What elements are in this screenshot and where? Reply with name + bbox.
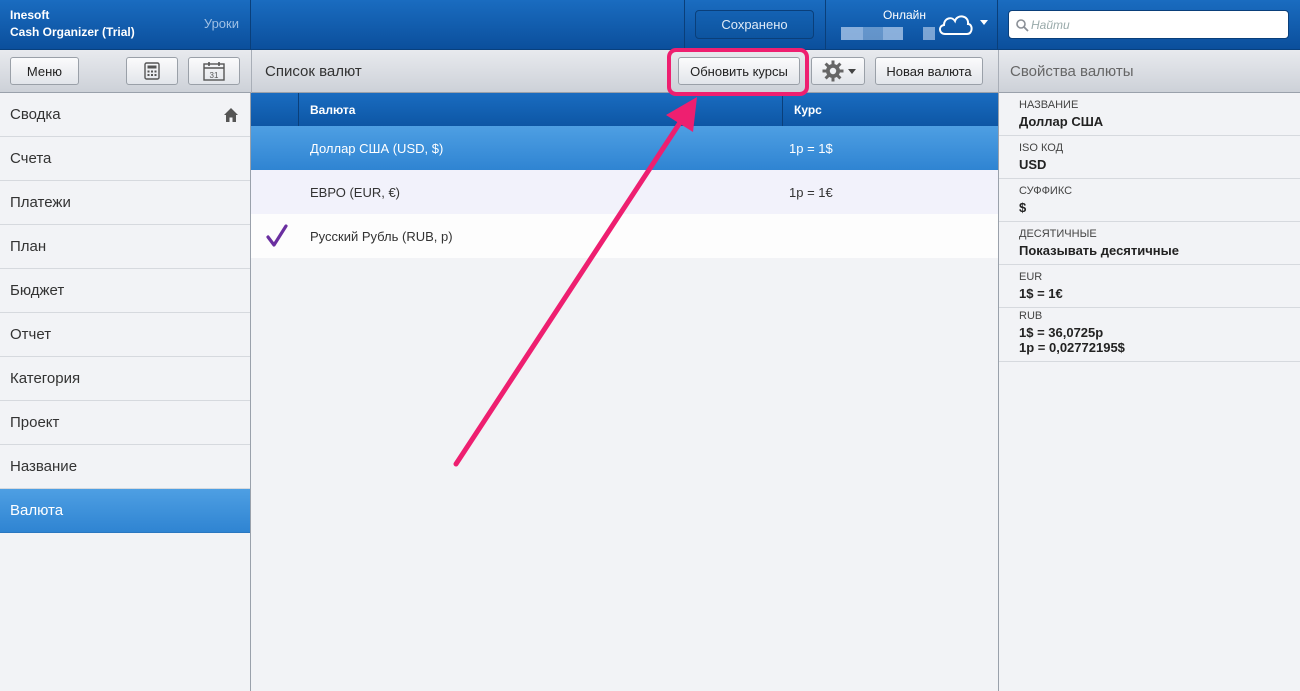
divider (251, 50, 252, 93)
currency-list: Валюта Курс Доллар США (USD, $) 1р = 1$ … (251, 93, 998, 691)
column-header-currency[interactable]: Валюта (310, 93, 355, 126)
online-status-label: Онлайн (883, 8, 926, 22)
divider (298, 93, 299, 126)
divider (997, 0, 998, 50)
sidebar-item-summary[interactable]: Сводка (0, 93, 250, 137)
search-field[interactable] (1008, 10, 1289, 39)
lessons-link[interactable]: Уроки (204, 16, 239, 31)
property-value: 1$ = 1€ (1019, 286, 1063, 301)
currency-properties-panel: НАЗВАНИЕ Доллар США ISO КОД USD СУФФИКС … (998, 93, 1300, 691)
sidebar-item-label: Сводка (10, 106, 61, 123)
brand-area: Inesoft Cash Organizer (Trial) Уроки (0, 0, 251, 50)
property-value: Доллар США (1019, 114, 1104, 129)
divider (684, 0, 685, 50)
table-row[interactable]: ЕВРО (EUR, €) 1р = 1€ (251, 170, 998, 214)
divider (998, 50, 999, 93)
chevron-down-icon[interactable] (980, 20, 988, 25)
sidebar-item-budget[interactable]: Бюджет (0, 269, 250, 313)
sidebar-item-label: Валюта (10, 502, 64, 519)
currency-name: ЕВРО (EUR, €) (310, 184, 401, 200)
company-name: Inesoft (10, 8, 50, 22)
property-suffix[interactable]: СУФФИКС $ (999, 179, 1300, 222)
currency-rate: 1р = 1€ (789, 184, 833, 200)
column-header-rate[interactable]: Курс (794, 93, 822, 126)
sidebar-item-label: Проект (10, 414, 60, 431)
sidebar-item-currency[interactable]: Валюта (0, 489, 250, 533)
currency-rate: 1р = 1$ (789, 140, 833, 156)
property-name[interactable]: НАЗВАНИЕ Доллар США (999, 93, 1300, 136)
home-icon (224, 108, 238, 122)
property-value: USD (1019, 157, 1047, 172)
property-label: СУФФИКС (1019, 185, 1073, 197)
currency-name: Доллар США (USD, $) (310, 140, 444, 156)
currency-name: Русский Рубль (RUB, р) (310, 228, 453, 244)
table-header: Валюта Курс (251, 93, 998, 126)
chevron-down-icon (848, 68, 856, 74)
property-label: ISO КОД (1019, 142, 1064, 154)
property-value: 1р = 0,02772195$ (1019, 340, 1125, 355)
sidebar: Сводка Счета Платежи План Бюджет Отчет К… (0, 93, 251, 691)
calendar-day: 31 (210, 71, 219, 80)
sidebar-item-label: План (10, 238, 47, 255)
sidebar-item-payments[interactable]: Платежи (0, 181, 250, 225)
property-label: RUB (1019, 310, 1043, 322)
sidebar-item-label: Бюджет (10, 282, 65, 299)
property-iso-code[interactable]: ISO КОД USD (999, 136, 1300, 179)
sidebar-item-label: Платежи (10, 194, 71, 211)
property-eur-rate[interactable]: EUR 1$ = 1€ (999, 265, 1300, 308)
property-decimals[interactable]: ДЕСЯТИЧНЫЕ Показывать десятичные (999, 222, 1300, 265)
settings-button[interactable] (811, 57, 865, 85)
sidebar-item-project[interactable]: Проект (0, 401, 250, 445)
calculator-icon (144, 62, 160, 80)
divider (782, 93, 783, 126)
sidebar-item-payee[interactable]: Название (0, 445, 250, 489)
calendar-icon: 31 (203, 62, 225, 81)
annotation-highlight (667, 48, 809, 96)
cloud-icon[interactable] (936, 11, 974, 37)
property-value: Показывать десятичные (1019, 243, 1179, 258)
property-value: 1$ = 36,0725р (1019, 325, 1104, 340)
sidebar-item-label: Счета (10, 150, 52, 167)
properties-title: Свойства валюты (1010, 63, 1134, 80)
new-currency-button[interactable]: Новая валюта (875, 57, 983, 85)
account-name-blurred (841, 27, 935, 40)
sidebar-item-label: Название (10, 458, 78, 475)
property-value: $ (1019, 200, 1027, 215)
divider (825, 0, 826, 50)
page-title: Список валют (265, 63, 362, 80)
sidebar-item-report[interactable]: Отчет (0, 313, 250, 357)
search-icon (1016, 19, 1029, 32)
table-row[interactable]: Русский Рубль (RUB, р) (251, 214, 998, 258)
sidebar-item-label: Категория (10, 370, 81, 387)
calendar-button[interactable]: 31 (188, 57, 240, 85)
property-label: НАЗВАНИЕ (1019, 99, 1079, 111)
sidebar-item-label: Отчет (10, 326, 52, 343)
table-row[interactable]: Доллар США (USD, $) 1р = 1$ (251, 126, 998, 170)
saved-button[interactable]: Сохранено (695, 10, 814, 39)
calculator-button[interactable] (126, 57, 178, 85)
menu-button[interactable]: Меню (10, 57, 79, 85)
search-input[interactable] (1031, 15, 1281, 35)
property-label: ДЕСЯТИЧНЫЕ (1019, 228, 1097, 240)
product-name: Cash Organizer (Trial) (10, 25, 135, 39)
property-label: EUR (1019, 271, 1043, 283)
checkmark-icon (266, 224, 288, 247)
sidebar-item-accounts[interactable]: Счета (0, 137, 250, 181)
sidebar-item-plan[interactable]: План (0, 225, 250, 269)
property-rub-rate[interactable]: RUB 1$ = 36,0725р 1р = 0,02772195$ (999, 308, 1300, 362)
sidebar-item-category[interactable]: Категория (0, 357, 250, 401)
gear-icon (822, 60, 844, 82)
